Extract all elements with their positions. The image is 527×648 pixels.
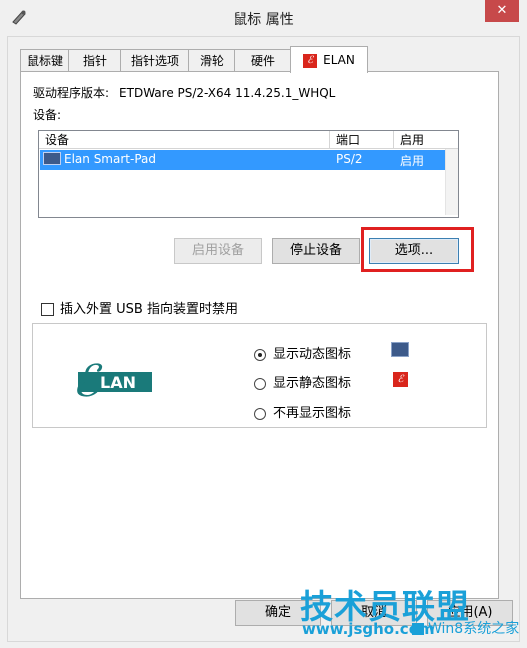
tab-label: ELAN [323,53,355,67]
windows-logo-icon [412,623,424,635]
radio-label: 显示静态图标 [273,376,352,391]
driver-version-value: ETDWare PS/2-X64 11.4.25.1_WHQL [119,86,336,100]
tab-pointer-options[interactable]: 指针选项 [120,49,190,72]
close-button[interactable]: ✕ [485,0,519,22]
table-row[interactable]: Elan Smart-Pad PS/2 启用 [40,150,446,170]
tab-pointers[interactable]: 指针 [68,49,122,72]
title-bar[interactable]: 鼠标 属性 ✕ [0,0,527,36]
elan-logo: ℰ LAN [70,352,154,408]
tab-elan[interactable]: ℰ ELAN [290,46,368,73]
radio-dynamic-icon[interactable]: 显示动态图标 [254,343,351,362]
column-header-port[interactable]: 端口 [330,131,394,149]
radio-button[interactable] [254,407,266,420]
window-title: 鼠标 属性 [233,12,294,28]
elan-logo-icon: ℰ [393,372,408,387]
device-list[interactable]: 设备 端口 启用 Elan Smart-Pad PS/2 启用 [38,130,459,218]
radio-static-icon[interactable]: 显示静态图标 [254,372,351,391]
elan-panel: 驱动程序版本: ETDWare PS/2-X64 11.4.25.1_WHQL 设… [20,71,499,599]
device-name: Elan Smart-Pad [64,152,156,166]
stop-device-button[interactable]: 停止设备 [272,238,360,264]
touchpad-icon [43,152,61,165]
svg-text:ℰ: ℰ [72,356,103,407]
touchpad-icon [391,342,409,357]
column-header-device[interactable]: 设备 [39,131,330,149]
tray-icon-group: ℰ LAN 显示动态图标 显示静态图标 ℰ 不再显示图标 [32,323,487,428]
driver-version-label: 驱动程序版本: [33,86,110,100]
elan-logo-icon: ℰ [303,53,318,68]
list-scrollbar[interactable] [445,149,458,215]
column-label: 设备 [45,133,70,147]
disable-usb-label: 插入外置 USB 指向装置时禁用 [60,302,238,317]
column-label: 启用 [400,133,425,147]
device-enabled: 启用 [400,154,425,168]
tab-hardware[interactable]: 硬件 [234,49,292,72]
svg-text:LAN: LAN [100,373,136,392]
device-port: PS/2 [336,152,363,166]
tab-label: 鼠标键 [26,54,63,68]
disable-usb-checkbox[interactable] [41,303,54,316]
tab-label: 滑轮 [199,54,224,68]
driver-version-row: 驱动程序版本: ETDWare PS/2-X64 11.4.25.1_WHQL [33,84,335,101]
enable-device-button[interactable]: 启用设备 [174,238,262,264]
radio-label: 显示动态图标 [273,347,352,362]
tab-wheel[interactable]: 滑轮 [188,49,236,72]
radio-label: 不再显示图标 [273,406,352,421]
radio-no-icon[interactable]: 不再显示图标 [254,402,351,421]
device-list-label: 设备: [33,108,62,122]
radio-button[interactable] [254,348,266,361]
highlight-box [361,227,474,272]
disable-usb-checkbox-row[interactable]: 插入外置 USB 指向装置时禁用 [41,298,238,317]
column-label: 端口 [336,133,361,147]
tab-buttons[interactable]: 鼠标键 [20,49,70,72]
tab-label: 指针选项 [130,54,179,68]
watermark-subtitle-text: Win8系统之家 [428,621,520,637]
radio-button[interactable] [254,377,266,390]
tab-label: 硬件 [250,54,275,68]
column-header-enabled[interactable]: 启用 [394,131,458,149]
watermark-subtitle: Win8系统之家 [412,618,519,638]
tab-label: 指针 [82,54,107,68]
